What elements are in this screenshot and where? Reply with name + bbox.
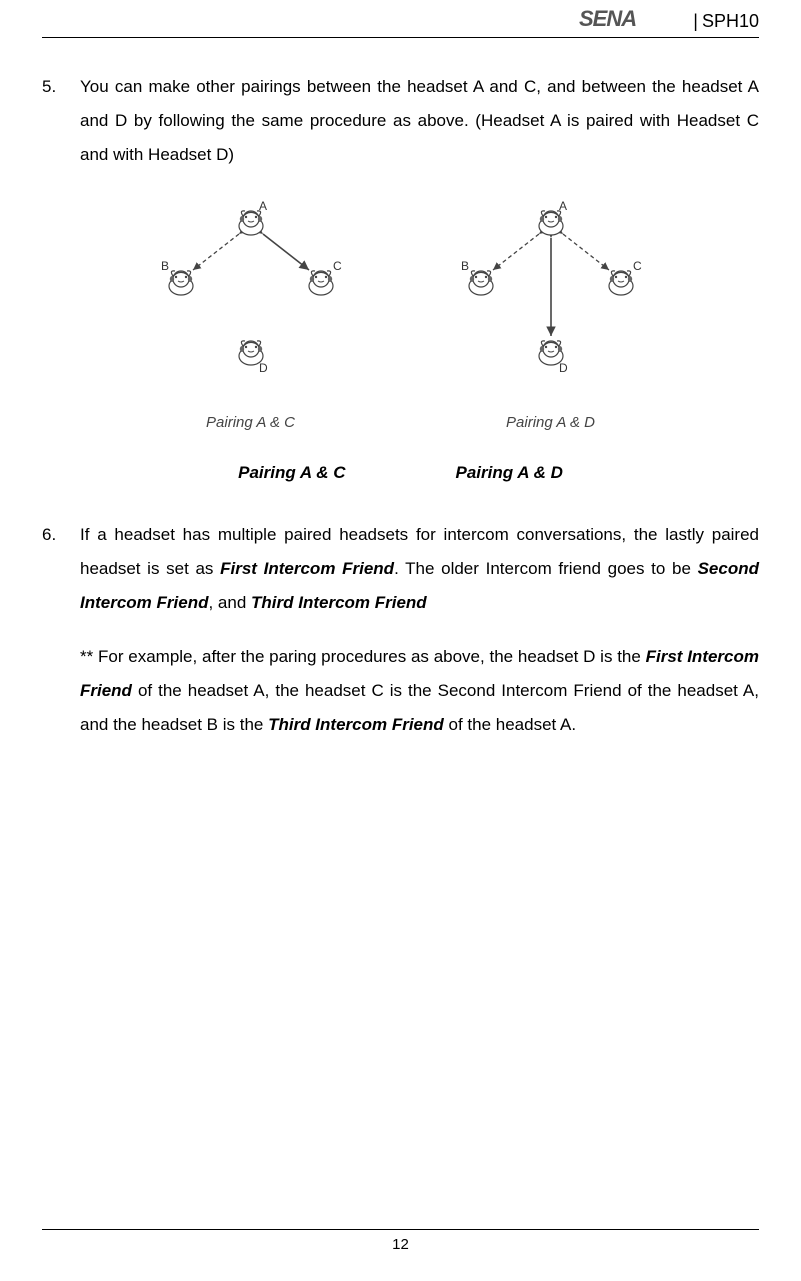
diagram-sub-right: Pairing A & D xyxy=(431,408,671,438)
item6-p3: , and xyxy=(208,593,251,612)
list-text-6: If a headset has multiple paired headset… xyxy=(80,518,759,620)
ex-p1: ** For example, after the paring procedu… xyxy=(80,647,646,666)
list-item-5: 5. You can make other pairings between t… xyxy=(42,70,759,172)
item6-b1: First Intercom Friend xyxy=(220,559,394,578)
diagram-row: A B C D Pairing A & C xyxy=(42,192,759,438)
diagram-pairing-a-c: A B C D Pairing A & C xyxy=(131,192,371,438)
diagram-pairing-a-d: A B C D Pairing A & D xyxy=(431,192,671,438)
diagram-svg-right: A B C D xyxy=(431,192,671,392)
list-number: 5. xyxy=(42,70,80,172)
node-a-label: A xyxy=(259,199,267,213)
header-model: SPH10 xyxy=(702,11,759,32)
header-separator: | xyxy=(693,11,698,32)
node-d-label: D xyxy=(259,361,268,375)
caption-left: Pairing A & C xyxy=(238,456,345,490)
node-b-label-r: B xyxy=(461,259,469,273)
node-c-label: C xyxy=(333,259,342,273)
node-d-label-r: D xyxy=(559,361,568,375)
list-text: You can make other pairings between the … xyxy=(80,70,759,172)
node-a-label-r: A xyxy=(559,199,567,213)
list-number-6: 6. xyxy=(42,518,80,620)
ex-p3: of the headset A. xyxy=(444,715,576,734)
example-paragraph: ** For example, after the paring procedu… xyxy=(80,640,759,742)
node-c-label-r: C xyxy=(633,259,642,273)
caption-right: Pairing A & D xyxy=(456,456,563,490)
node-b-label: B xyxy=(161,259,169,273)
body-content: 5. You can make other pairings between t… xyxy=(42,38,759,742)
caption-row: Pairing A & C Pairing A & D xyxy=(42,456,759,490)
item6-b3: Third Intercom Friend xyxy=(251,593,427,612)
page-header: SENA | SPH10 xyxy=(42,0,759,38)
item6-p2: . The older Intercom friend goes to be xyxy=(394,559,698,578)
document-page: SENA | SPH10 5. You can make other pairi… xyxy=(0,0,801,1281)
diagram-svg-left: A B C D xyxy=(131,192,371,392)
diagram-sub-left: Pairing A & C xyxy=(131,408,371,438)
list-item-6: 6. If a headset has multiple paired head… xyxy=(42,518,759,620)
brand-logo: SENA xyxy=(579,7,689,36)
svg-text:SENA: SENA xyxy=(579,7,636,31)
ex-b2: Third Intercom Friend xyxy=(268,715,444,734)
page-footer: 12 xyxy=(42,1229,759,1253)
page-number: 12 xyxy=(392,1236,409,1253)
